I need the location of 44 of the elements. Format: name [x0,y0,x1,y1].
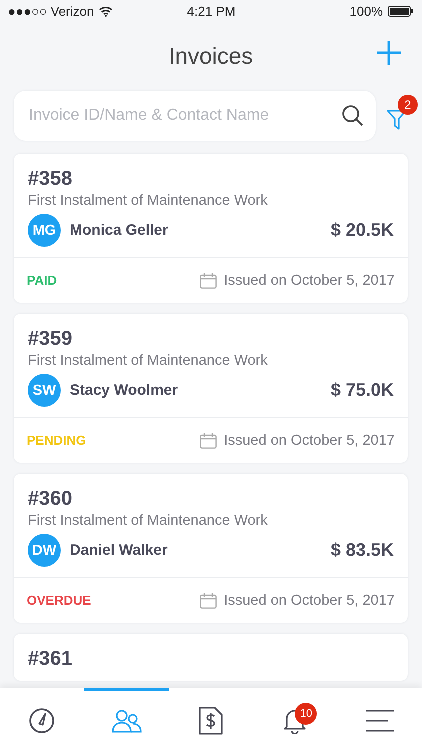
issue-date: Issued on October 5, 2017 [224,592,395,608]
battery-icon [388,6,414,16]
contact-name: Daniel Walker [70,542,169,559]
status-label: PAID [27,273,58,288]
invoice-card[interactable]: #361 [14,634,408,681]
invoice-number: #358 [28,168,74,191]
add-button[interactable] [376,40,402,66]
calendar-icon [200,272,218,288]
menu-icon [364,710,395,732]
battery-level: 100% [350,4,383,18]
calendar-icon [200,432,218,448]
contact-avatar: DW [28,534,61,567]
invoice-amount: $ 20.5K [330,220,394,241]
contact-name: Monica Geller [70,222,170,239]
contact-avatar: MG [28,214,61,247]
contact-avatar: SW [28,374,61,407]
issue-date: Issued on October 5, 2017 [224,272,395,288]
notification-count-badge: 10 [295,703,318,725]
issue-date: Issued on October 5, 2017 [224,432,395,448]
wifi-icon [99,6,114,16]
invoice-description: First Instalment of Maintenance Work [28,513,269,529]
contact-name: Stacy Woolmer [70,382,180,399]
invoice-card[interactable]: #360 First Instalment of Maintenance Work DW Daniel Walker $ 83.5K OVERDUE Issued on October 5, 2017 [14,474,408,623]
invoice-amount: $ 75.0K [330,380,394,401]
invoice-card[interactable]: #358 First Instalment of Maintenance Work MG Monica Geller $ 20.5K PAID Issued on October 5, 2017 [14,154,408,303]
carrier-signal: ●●●○○ Verizon [8,4,94,18]
filter-count-badge: 2 [398,95,418,115]
gauge-icon [29,708,56,734]
invoice-description: First Instalment of Maintenance Work [28,353,269,369]
calendar-icon [200,592,218,608]
status-label: PENDING [27,433,88,448]
status-time: 4:21 PM [186,4,237,18]
invoice-number: #359 [28,328,74,351]
dollar-document-icon [199,706,224,734]
invoice-description: First Instalment of Maintenance Work [28,193,269,209]
page-title: Invoices [168,42,254,70]
invoice-number: #361 [28,648,74,671]
search-icon[interactable] [342,105,364,127]
invoice-amount: $ 83.5K [330,540,394,561]
invoice-card[interactable]: #359 First Instalment of Maintenance Work SW Stacy Woolmer $ 75.0K PENDING Issued on October 5, 2017 [14,314,408,463]
status-label: OVERDUE [27,593,92,608]
people-icon [112,708,142,732]
invoice-number: #360 [28,488,74,511]
search-field[interactable]: Invoice ID/Name & Contact Name [14,91,376,141]
